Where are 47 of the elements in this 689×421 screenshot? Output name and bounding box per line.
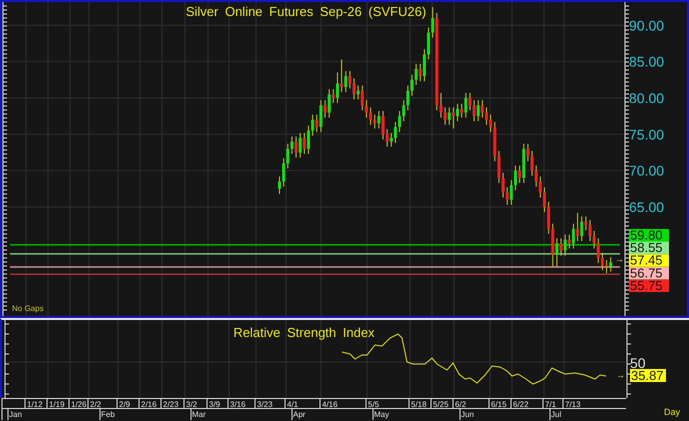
last-price-arrow-icon: → [615, 254, 624, 264]
week-label: 1/26 [71, 400, 87, 409]
month-label: Jan [9, 410, 22, 419]
rsi-value-label: 35.87 [630, 368, 666, 383]
week-label: 1/12 [27, 400, 43, 409]
week-label: 3/23 [257, 400, 273, 409]
price-level-label: 55.75 [629, 278, 669, 293]
month-label: Jun [461, 410, 474, 419]
price-level-label: 57.45 [629, 252, 669, 268]
price-axis-label: 70.00 [629, 162, 664, 179]
week-label: 6/15 [491, 400, 507, 409]
month-label: Apr [293, 410, 306, 419]
week-label: 4/1 [287, 400, 298, 409]
month-label: Jul [551, 410, 562, 419]
price-axis-label: 75.00 [629, 126, 664, 142]
rsi-axis-label: 50 [630, 355, 646, 371]
price-level-label: 59.80 [629, 228, 669, 242]
week-label: 3/2 [186, 400, 198, 409]
month-label: Mar [192, 410, 206, 419]
week-label: 3/16 [230, 400, 246, 409]
week-label: 2/23 [163, 400, 179, 409]
month-label: Feb [101, 410, 115, 419]
week-label: 1/19 [49, 400, 65, 409]
last-rsi-arrow-icon: → [616, 370, 625, 380]
price-axis-label: 65.00 [629, 198, 664, 215]
week-label: 4/16 [322, 400, 338, 409]
week-label: 7/1 [545, 400, 556, 409]
week-label: 6/22 [513, 400, 529, 409]
price-level-label: 58.55 [629, 240, 669, 256]
price-axis-label: 90.00 [629, 17, 664, 34]
week-label: 5/18 [411, 400, 427, 409]
week-label: 5/25 [433, 400, 449, 409]
week-label: 2/9 [119, 400, 130, 409]
week-label: 5/5 [368, 400, 380, 409]
week-label: 3/9 [209, 400, 220, 409]
rsi-title: Relative Strength Index [233, 325, 375, 340]
chart-title: Silver Online Futures Sep-26 (SVFU26) [186, 4, 426, 19]
month-label: May [374, 410, 390, 419]
price-axis-label: 80.00 [629, 90, 664, 106]
week-label: 2/2 [90, 400, 102, 409]
week-label: 6/2 [455, 400, 466, 409]
week-label: 7/13 [565, 400, 581, 409]
week-label: 2/16 [141, 400, 157, 409]
price-level-label: 56.75 [629, 265, 669, 280]
interval-label: Day [664, 407, 680, 417]
price-axis-label: 85.00 [629, 54, 664, 70]
no-gaps-label: No Gaps [12, 304, 44, 313]
